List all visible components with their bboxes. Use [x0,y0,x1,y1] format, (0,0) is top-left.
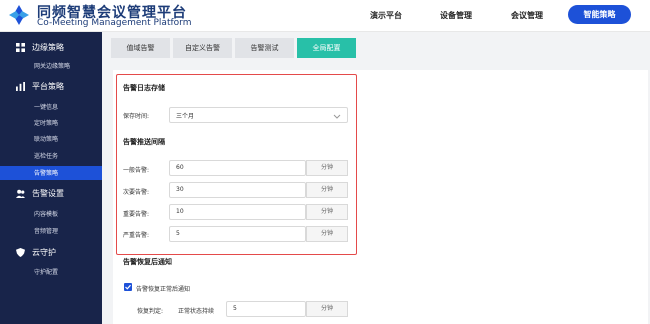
tab-custom-alarm[interactable]: 自定义告警 [173,38,232,58]
logo-icon [9,5,29,25]
general-alarm-input[interactable]: 60 [169,160,306,176]
sidebar-item-label: 定时策略 [34,120,59,127]
major-alarm-unit: 分钟 [306,204,348,220]
sidebar-item-linkage-strategy[interactable]: 联动策略 [0,132,102,146]
sidebar-group-alarm-settings[interactable]: 告警设置 [0,186,102,202]
sidebar-item-label: 一键信息 [34,104,59,111]
minor-alarm-value: 30 [176,186,184,193]
tab-global-config[interactable]: 全局配置 [297,38,356,58]
recovery-duration-input[interactable]: 5 [226,301,306,317]
tab-threshold-alarm[interactable]: 值域告警 [111,38,170,58]
general-alarm-value: 60 [176,164,184,171]
sidebar-item-label: 内容模板 [34,211,59,218]
recovery-title: 告警恢复后通知 [123,258,172,266]
general-alarm-unit: 分钟 [306,160,348,176]
recovery-notify-label: 告警恢复正常后通知 [136,286,191,293]
major-alarm-value: 10 [176,208,184,215]
chevron-down-icon [333,114,341,119]
critical-alarm-value: 5 [176,230,180,237]
sidebar-group-label: 边缘策略 [32,43,64,52]
retention-value: 三个月 [176,113,195,120]
nav-device-management[interactable]: 设备管理 [440,10,472,21]
top-header: 同频智慧会议管理平台 Co-Meeting Management Platfor… [0,0,650,32]
nav-smart-strategy[interactable]: 智能策略 [568,5,631,24]
recovery-duration-unit: 分钟 [306,301,348,317]
retention-label: 保存时间: [123,113,150,120]
sidebar-item-one-key-info[interactable]: 一键信息 [0,100,102,114]
users-icon [16,189,25,198]
sidebar-group-label: 平台策略 [32,82,64,91]
critical-alarm-input[interactable]: 5 [169,226,306,242]
sidebar-group-cloud-guard[interactable]: 云守护 [0,245,102,261]
recovery-judge-label: 恢复判定: [137,308,164,315]
recovery-notify-checkbox[interactable] [124,283,132,291]
retention-select[interactable]: 三个月 [169,107,348,123]
major-alarm-label: 重要告警: [123,211,150,218]
critical-alarm-unit: 分钟 [306,226,348,242]
sidebar-item-label: 音频管理 [34,228,59,235]
major-alarm-input[interactable]: 10 [169,204,306,220]
recovery-judge-sub: 正常状态持续 [178,308,215,315]
check-icon [125,284,131,290]
recovery-duration-value: 5 [233,305,237,312]
sidebar-item-label: 守护配置 [34,269,59,276]
shield-icon [16,248,25,257]
sidebar-group-edge-strategy[interactable]: 边缘策略 [0,40,102,56]
sidebar-item-guard-config[interactable]: 守护配置 [0,265,102,279]
nav-demo-platform[interactable]: 演示平台 [370,10,402,21]
sidebar-item-gateway-edge[interactable]: 网关边缘策略 [0,59,102,73]
edge-icon [16,43,25,52]
tab-alarm-test[interactable]: 告警测试 [235,38,294,58]
critical-alarm-label: 严重告警: [123,232,150,239]
chart-icon [16,82,25,91]
sidebar-item-alarm-strategy[interactable]: 告警策略 [0,166,102,180]
sidebar-item-label: 网关边缘策略 [34,63,71,70]
sidebar-group-platform-strategy[interactable]: 平台策略 [0,79,102,95]
sidebar-item-label: 告警策略 [34,170,59,177]
minor-alarm-input[interactable]: 30 [169,182,306,198]
sidebar-item-label: 联动策略 [34,136,59,143]
sidebar-item-content-template[interactable]: 内容模板 [0,207,102,221]
minor-alarm-unit: 分钟 [306,182,348,198]
sidebar-group-label: 云守护 [32,248,56,257]
push-interval-title: 告警推送间隔 [123,138,165,146]
log-storage-title: 告警日志存储 [123,84,165,92]
logo-subtitle: Co-Meeting Management Platform [37,18,192,28]
nav-meeting-management[interactable]: 会议管理 [511,10,543,21]
sidebar-item-timed-strategy[interactable]: 定时策略 [0,116,102,130]
sidebar-group-label: 告警设置 [32,189,64,198]
sidebar-item-audio-management[interactable]: 音频管理 [0,224,102,238]
general-alarm-label: 一般告警: [123,167,150,174]
minor-alarm-label: 次要告警: [123,189,150,196]
sidebar: 边缘策略 网关边缘策略 平台策略 一键信息 定时策略 联动策略 巡检任务 告警策… [0,32,102,324]
sidebar-item-inspection-task[interactable]: 巡检任务 [0,149,102,163]
sidebar-item-label: 巡检任务 [34,153,59,160]
